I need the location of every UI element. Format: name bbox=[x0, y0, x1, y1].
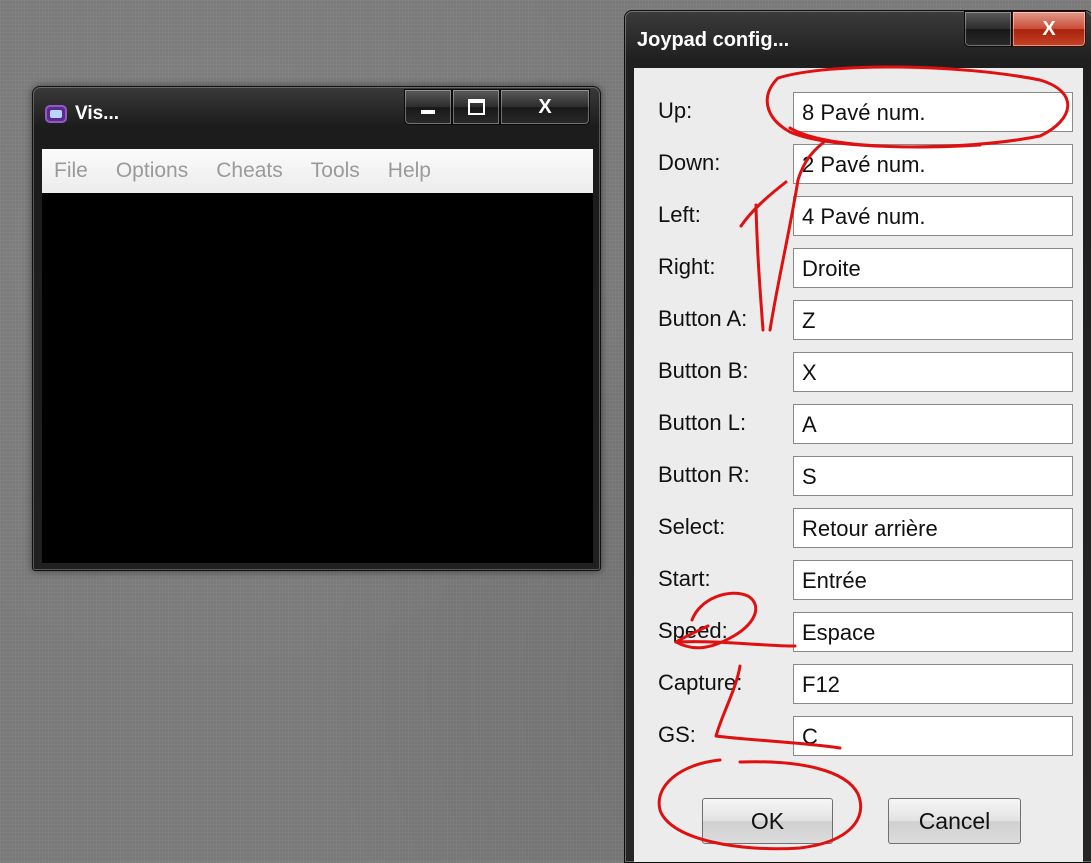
field-up[interactable]: 8 Pavé num. bbox=[793, 92, 1073, 132]
label-up: Up: bbox=[658, 98, 693, 123]
label-button-r: Button R: bbox=[658, 462, 750, 487]
label-down: Down: bbox=[658, 150, 721, 175]
label-right: Right: bbox=[658, 254, 716, 279]
emulator-title: Vis... bbox=[75, 103, 120, 124]
menu-file[interactable]: File bbox=[54, 159, 88, 183]
label-left: Left: bbox=[658, 202, 701, 227]
cancel-button[interactable]: Cancel bbox=[888, 798, 1021, 844]
label-button-b: Button B: bbox=[658, 358, 749, 383]
emulator-window: Vis... X File Options Cheats Tools Help bbox=[32, 86, 601, 571]
menu-cheats[interactable]: Cheats bbox=[216, 159, 283, 183]
field-button-a[interactable]: Z bbox=[793, 300, 1073, 340]
menu-tools[interactable]: Tools bbox=[311, 159, 360, 183]
label-select: Select: bbox=[658, 514, 726, 539]
label-button-a: Button A: bbox=[658, 306, 748, 331]
close-icon: X bbox=[1042, 17, 1056, 40]
menu-options[interactable]: Options bbox=[116, 159, 188, 183]
field-button-l[interactable]: A bbox=[793, 404, 1073, 444]
field-down[interactable]: 2 Pavé num. bbox=[793, 144, 1073, 184]
field-left[interactable]: 4 Pavé num. bbox=[793, 196, 1073, 236]
caption-buttons: X bbox=[404, 89, 590, 125]
field-capture[interactable]: F12 bbox=[793, 664, 1073, 704]
label-speed: Speed: bbox=[658, 618, 728, 643]
label-capture: Capture: bbox=[658, 670, 743, 695]
field-select[interactable]: Retour arrière bbox=[793, 508, 1073, 548]
field-speed[interactable]: Espace bbox=[793, 612, 1073, 652]
ok-button[interactable]: OK bbox=[702, 798, 833, 844]
field-button-b[interactable]: X bbox=[793, 352, 1073, 392]
dialog-title: Joypad config... bbox=[637, 29, 790, 51]
label-start: Start: bbox=[658, 566, 711, 591]
maximize-icon bbox=[467, 99, 485, 115]
minimize-icon bbox=[421, 110, 435, 114]
field-right[interactable]: Droite bbox=[793, 248, 1073, 288]
maximize-button[interactable] bbox=[452, 89, 500, 125]
dialog-caption-buttons: X bbox=[964, 11, 1086, 47]
app-icon bbox=[45, 105, 67, 123]
label-button-l: Button L: bbox=[658, 410, 747, 435]
dialog-close-button[interactable]: X bbox=[1012, 11, 1086, 47]
dialog-body: Up: 8 Pavé num. Down: 2 Pavé num. Left: … bbox=[634, 68, 1083, 862]
joypad-config-dialog: Joypad config... X Up: 8 Pavé num. Down:… bbox=[624, 10, 1091, 863]
minimize-button[interactable] bbox=[404, 89, 452, 125]
field-button-r[interactable]: S bbox=[793, 456, 1073, 496]
close-icon: X bbox=[538, 95, 552, 118]
menu-help[interactable]: Help bbox=[388, 159, 431, 183]
close-button[interactable]: X bbox=[500, 89, 590, 125]
dialog-caption-blank bbox=[964, 11, 1012, 47]
label-gs: GS: bbox=[658, 722, 696, 747]
game-screen bbox=[42, 193, 593, 563]
menu-bar: File Options Cheats Tools Help bbox=[42, 149, 593, 193]
emulator-title-bar: Vis... bbox=[45, 103, 119, 125]
field-gs[interactable]: C bbox=[793, 716, 1073, 756]
field-start[interactable]: Entrée bbox=[793, 560, 1073, 600]
